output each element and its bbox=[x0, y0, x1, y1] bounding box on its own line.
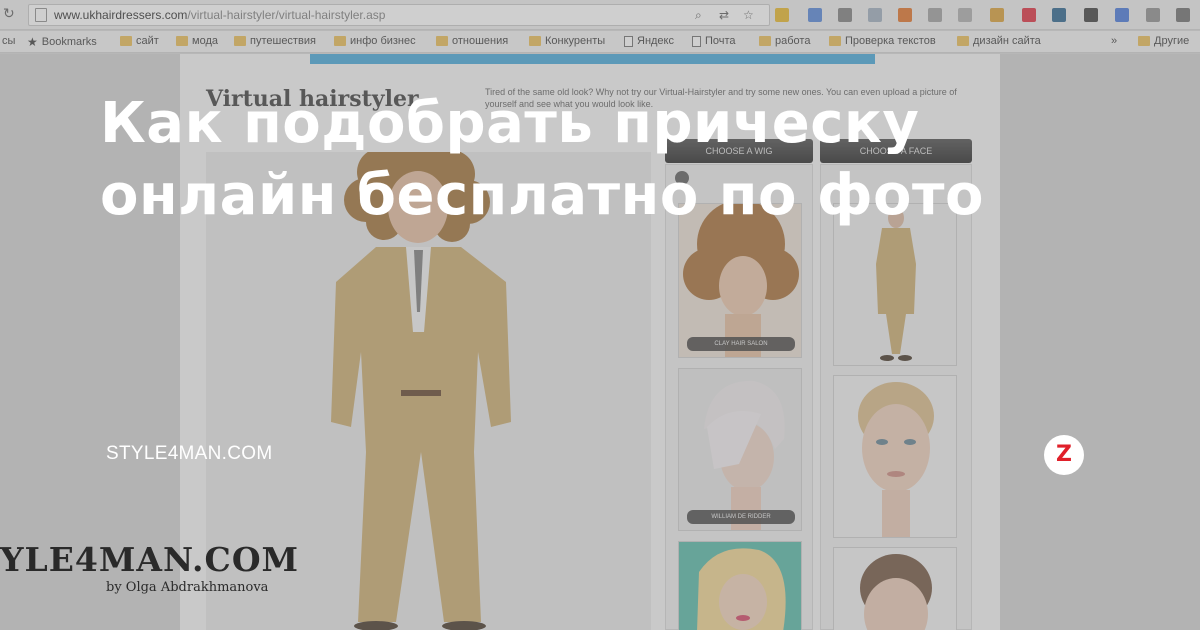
watermark: YLE4MAN.COM bbox=[0, 540, 300, 579]
watermark-byline: by Olga Abdrakhmanova bbox=[106, 580, 269, 595]
screenshot: ↻ www.ukhairdressers.com/virtual-hairsty… bbox=[0, 0, 1200, 630]
zen-logo[interactable]: Z bbox=[1044, 435, 1084, 475]
zen-logo-letter: Z bbox=[1056, 442, 1072, 467]
article-headline[interactable]: Как подобрать прическу онлайн бесплатно … bbox=[100, 88, 1000, 232]
source-site-name[interactable]: STYLE4MAN.COM bbox=[106, 443, 273, 465]
